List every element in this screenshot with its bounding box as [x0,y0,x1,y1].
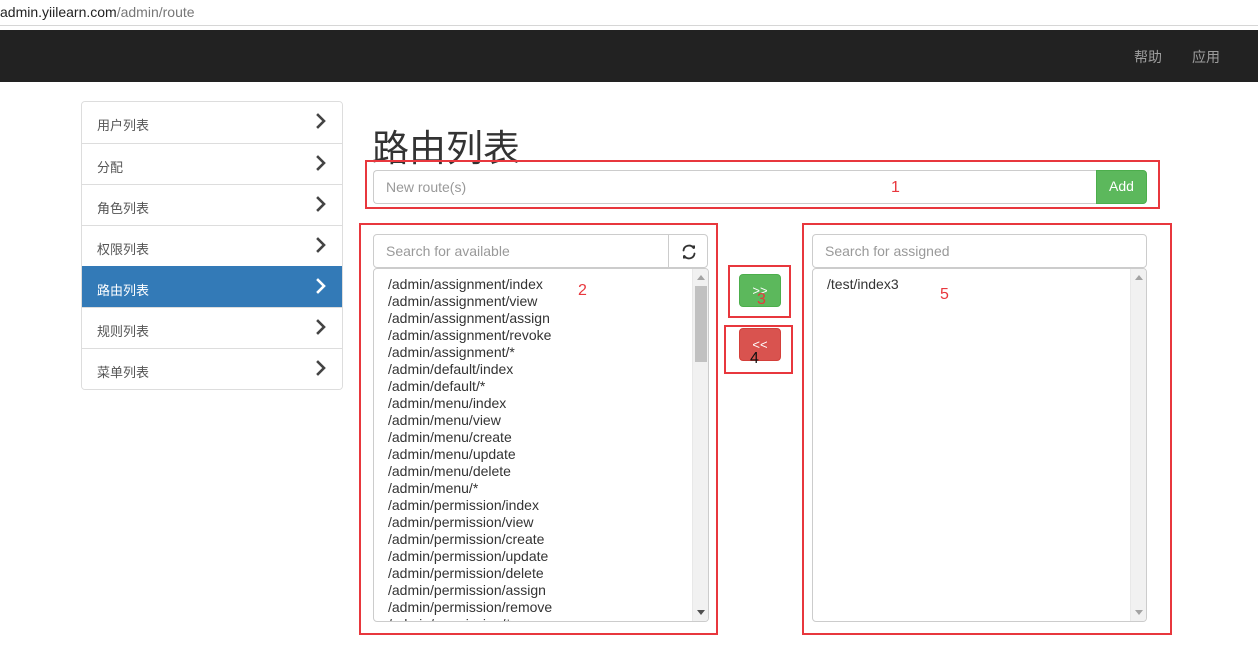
address-bar[interactable]: admin.yiilearn.com/admin/route [0,0,1258,26]
sidebar-item-assignment[interactable]: 分配 [82,143,342,184]
chevron-right-icon [316,113,326,129]
nav-link-apps[interactable]: 应用 [1192,47,1220,67]
chevron-right-icon [316,196,326,212]
chevron-right-icon [316,278,326,294]
sidebar-item-label: 用户列表 [97,118,150,133]
sidebar-item-menus[interactable]: 菜单列表 [82,348,342,389]
url-text: admin.yiilearn.com/admin/route [0,4,195,20]
sidebar-item-roles[interactable]: 角色列表 [82,184,342,225]
annotation-box-2 [359,223,718,635]
sidebar-item-label: 路由列表 [97,283,150,298]
chevron-right-icon [316,360,326,376]
chevron-right-icon [316,155,326,171]
sidebar-item-label: 角色列表 [97,201,150,216]
annotation-box-5 [802,223,1172,635]
annotation-box-1 [365,160,1160,209]
annotation-label-4: 4 [750,350,759,367]
sidebar-item-rules[interactable]: 规则列表 [82,307,342,348]
sidebar-item-routes[interactable]: 路由列表 [82,266,342,307]
top-navbar: 帮助 应用 [0,30,1258,82]
sidebar-item-label: 分配 [97,160,124,175]
url-path: /admin/route [116,4,195,20]
chevron-right-icon [316,237,326,253]
annotation-label-1: 1 [891,179,900,196]
sidebar-item-label: 权限列表 [97,242,150,257]
sidebar-item-users[interactable]: 用户列表 [82,102,342,143]
url-host: admin.yiilearn.com [0,4,117,20]
sidebar-item-permissions[interactable]: 权限列表 [82,225,342,266]
annotation-label-5: 5 [940,286,949,303]
sidebar-item-label: 菜单列表 [97,365,150,380]
annotation-label-3: 3 [757,291,766,308]
annotation-label-2: 2 [578,282,587,299]
nav-link-help[interactable]: 帮助 [1134,47,1162,67]
sidebar-menu: 用户列表分配角色列表权限列表路由列表规则列表菜单列表 [81,101,343,390]
chevron-right-icon [316,319,326,335]
sidebar-item-label: 规则列表 [97,324,150,339]
